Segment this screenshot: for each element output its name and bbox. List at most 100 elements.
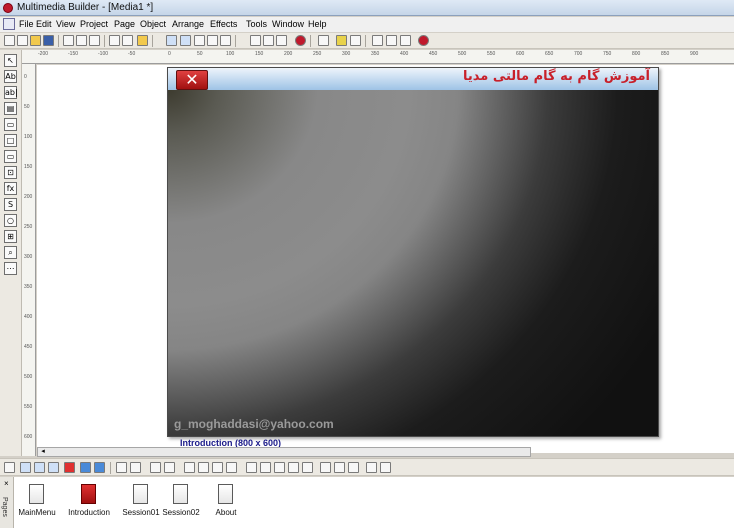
order-backward-icon[interactable] <box>226 462 237 473</box>
ruler-tick: 850 <box>661 51 670 57</box>
page-icon <box>81 484 96 504</box>
align-icon[interactable] <box>250 35 261 46</box>
align-center-icon[interactable] <box>288 462 299 473</box>
arrow-left-icon[interactable] <box>80 462 91 473</box>
ruler-tick: 100 <box>226 51 235 57</box>
same-height-icon[interactable] <box>366 462 377 473</box>
text-align-icon[interactable] <box>386 35 397 46</box>
center-icon[interactable] <box>302 462 313 473</box>
grid-icon[interactable] <box>207 35 218 46</box>
page-view-icon[interactable] <box>20 462 31 473</box>
zoom-icon[interactable] <box>220 35 231 46</box>
order-icon[interactable] <box>276 35 287 46</box>
page-thumb-introduction[interactable]: Introduction <box>60 484 118 524</box>
cut-icon[interactable] <box>63 35 74 46</box>
page-thumb-about[interactable]: About <box>197 484 255 524</box>
group-tool-icon[interactable]: ⊡ <box>4 166 17 179</box>
distribute-icon[interactable] <box>263 35 274 46</box>
same-width-icon[interactable] <box>348 462 359 473</box>
ruler-tick: -150 <box>68 51 79 57</box>
ruler-tick: -100 <box>98 51 109 57</box>
text-tool-icon[interactable]: Ab <box>4 70 17 83</box>
list-tool-icon[interactable]: ▤ <box>4 102 17 115</box>
open-folder-icon[interactable] <box>30 35 41 46</box>
menu-window[interactable]: Window <box>272 19 304 29</box>
frame-tool-icon[interactable]: ▭ <box>4 150 17 163</box>
paste-icon[interactable] <box>89 35 100 46</box>
page-grid-icon[interactable] <box>48 462 59 473</box>
layout-icon[interactable] <box>180 35 191 46</box>
pen-icon[interactable] <box>318 35 329 46</box>
menu-view[interactable]: View <box>56 19 75 29</box>
shape-icon[interactable] <box>194 35 205 46</box>
toolbar-separator <box>235 35 236 47</box>
menu-tools[interactable]: Tools <box>246 19 267 29</box>
text-format-icon[interactable] <box>400 35 411 46</box>
horizontal-scrollbar[interactable]: ◂ <box>37 447 531 457</box>
ellipse-tool-icon[interactable]: ○ <box>4 214 17 227</box>
space-v-icon[interactable] <box>334 462 345 473</box>
close-icon[interactable]: ✕ <box>176 70 208 90</box>
rectangle-tool-icon[interactable]: □ <box>4 134 17 147</box>
order-forward-icon[interactable] <box>212 462 223 473</box>
same-size-icon[interactable] <box>380 462 391 473</box>
ruler-tick: 700 <box>574 51 583 57</box>
order-back-icon[interactable] <box>198 462 209 473</box>
save-icon[interactable] <box>43 35 54 46</box>
app-icon[interactable] <box>3 3 13 13</box>
sound-tool-icon[interactable]: S <box>4 198 17 211</box>
ruler-tick: 200 <box>284 51 293 57</box>
align-top-icon[interactable] <box>246 462 257 473</box>
document-icon[interactable] <box>3 18 15 30</box>
text-direction-icon[interactable] <box>372 35 383 46</box>
ruler-tick: 250 <box>24 224 33 230</box>
page-list-icon[interactable] <box>34 462 45 473</box>
select-tool-icon[interactable]: ↖ <box>4 54 17 67</box>
order-front-icon[interactable] <box>184 462 195 473</box>
menu-help[interactable]: Help <box>308 19 327 29</box>
delete-icon[interactable] <box>64 462 75 473</box>
redo-icon[interactable] <box>122 35 133 46</box>
align-left-icon[interactable] <box>150 462 161 473</box>
arrow-right-icon[interactable] <box>94 462 105 473</box>
more-tools-icon[interactable]: ⋯ <box>4 262 17 275</box>
image-tool-icon[interactable]: ⊞ <box>4 230 17 243</box>
space-h-icon[interactable] <box>320 462 331 473</box>
ruler-tick: 400 <box>400 51 409 57</box>
menu-effects[interactable]: Effects <box>210 19 237 29</box>
scroll-left-icon[interactable]: ◂ <box>39 448 47 456</box>
script-tool-icon[interactable]: fx <box>4 182 17 195</box>
page-props-icon[interactable] <box>4 462 15 473</box>
input-tool-icon[interactable]: ab| <box>4 86 18 99</box>
new-icon[interactable] <box>4 35 15 46</box>
plus-icon[interactable] <box>350 35 361 46</box>
menu-object[interactable]: Object <box>140 19 166 29</box>
align-middle-icon[interactable] <box>260 462 271 473</box>
page-thumb-mainmenu[interactable]: MainMenu <box>8 484 66 524</box>
copy-icon[interactable] <box>76 35 87 46</box>
align-right-icon[interactable] <box>164 462 175 473</box>
page-icon <box>133 484 148 504</box>
menu-project[interactable]: Project <box>80 19 108 29</box>
page-canvas[interactable]: ✕ آموزش گام به گام مالتی مدیا g_moghadda… <box>167 67 659 437</box>
ruler-tick: 750 <box>603 51 612 57</box>
edit-icon[interactable] <box>116 462 127 473</box>
stop-icon[interactable] <box>418 35 429 46</box>
menu-page[interactable]: Page <box>114 19 135 29</box>
new-page-icon[interactable] <box>17 35 28 46</box>
menu-file[interactable]: File <box>19 19 34 29</box>
zoom-tool-icon[interactable]: ⌕ <box>4 246 17 259</box>
ruler-tick: 0 <box>24 74 27 80</box>
button-tool-icon[interactable]: ▭ <box>4 118 17 131</box>
undo-icon[interactable] <box>109 35 120 46</box>
menu-arrange[interactable]: Arrange <box>172 19 204 29</box>
page-icon <box>29 484 44 504</box>
record-icon[interactable] <box>295 35 306 46</box>
menu-edit[interactable]: Edit <box>36 19 52 29</box>
run-icon[interactable] <box>166 35 177 46</box>
ruler-tick: 600 <box>24 434 33 440</box>
link-icon[interactable] <box>130 462 141 473</box>
shape-fill-icon[interactable] <box>336 35 347 46</box>
hand-icon[interactable] <box>137 35 148 46</box>
align-bottom-icon[interactable] <box>274 462 285 473</box>
